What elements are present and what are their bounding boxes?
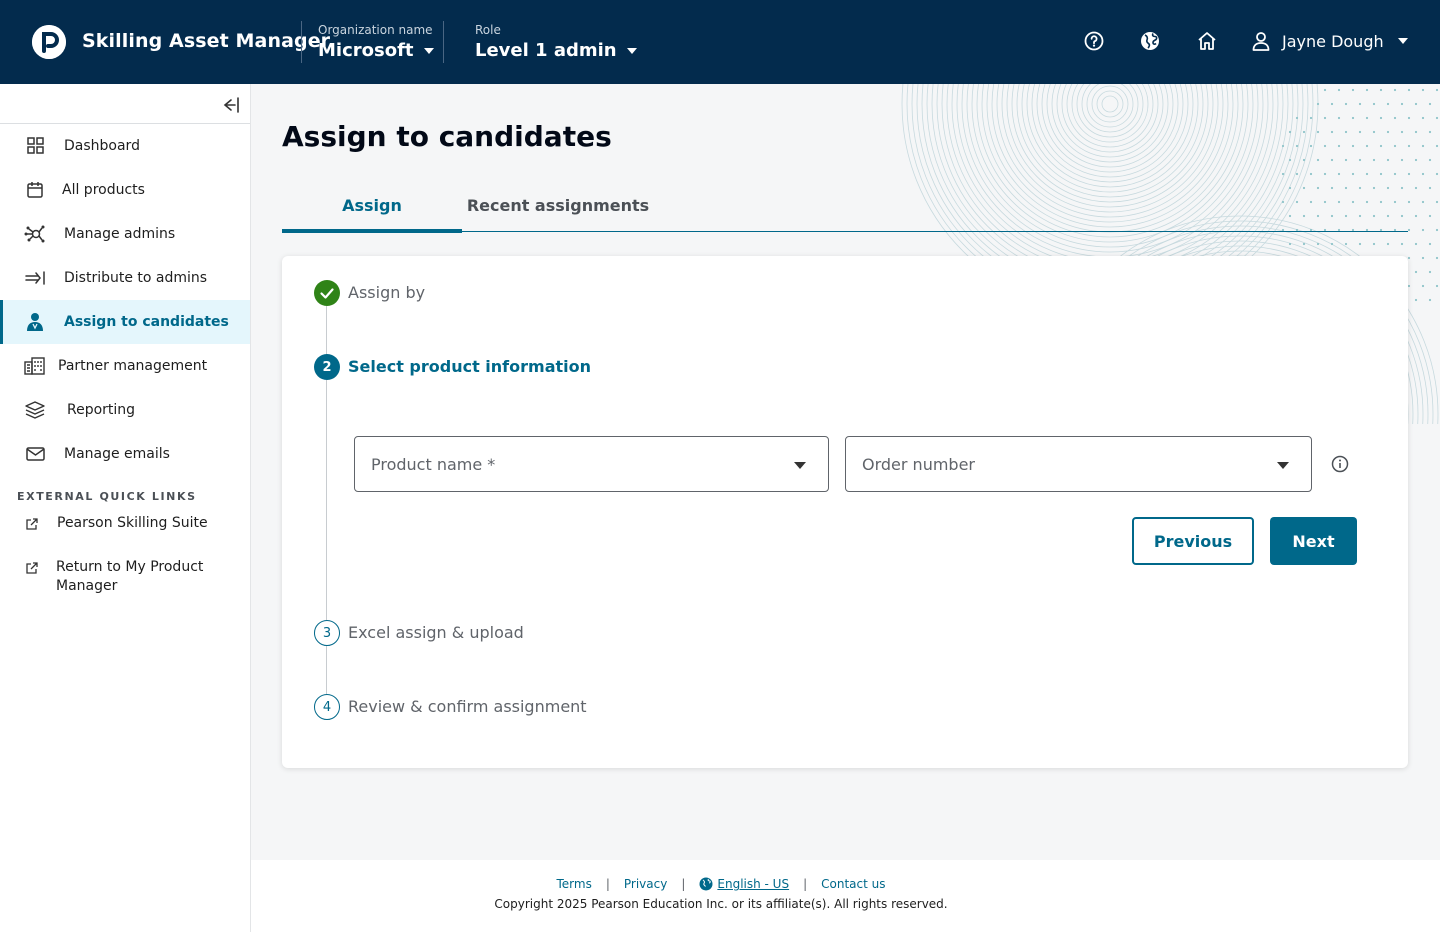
product-name-select[interactable]: Product name * <box>354 436 829 492</box>
layers-icon <box>24 400 46 420</box>
step-number-4: 4 <box>314 694 340 720</box>
caret-down-icon <box>1397 38 1408 44</box>
info-icon[interactable] <box>1330 454 1350 474</box>
user-icon <box>1252 32 1270 51</box>
step-label-assign-by[interactable]: Assign by <box>348 283 425 302</box>
step-connector <box>326 646 327 694</box>
globe-icon <box>699 877 713 891</box>
sidebar-item-label: Manage admins <box>64 226 176 242</box>
sidebar-item-label: All products <box>62 182 145 198</box>
footer-separator: | <box>605 877 610 891</box>
copyright-text: Copyright 2025 Pearson Education Inc. or… <box>494 897 948 911</box>
role-dropdown[interactable]: Level 1 admin <box>475 40 637 61</box>
caret-down-icon <box>423 47 434 54</box>
sidebar-item-manage-emails[interactable]: Manage emails <box>0 432 250 476</box>
role-value: Level 1 admin <box>475 40 617 61</box>
sidebar-item-partner-management[interactable]: Partner management <box>0 344 250 388</box>
order-number-placeholder: Order number <box>862 455 975 474</box>
step-label-excel-assign-upload: Excel assign & upload <box>348 623 524 642</box>
caret-down-icon <box>1277 462 1289 469</box>
sidebar-item-label: Partner management <box>58 358 208 374</box>
role-label: Role <box>475 23 501 37</box>
envelope-icon <box>24 444 46 464</box>
grid-icon <box>24 136 46 156</box>
previous-button[interactable]: Previous <box>1132 517 1254 565</box>
external-link-icon <box>24 516 40 532</box>
privacy-link[interactable]: Privacy <box>624 877 667 891</box>
footer-separator: | <box>803 877 808 891</box>
sidebar-nav: Dashboard All products Manage admins Dis… <box>0 124 250 476</box>
external-link-label: Pearson Skilling Suite <box>57 515 208 531</box>
sidebar-item-manage-admins[interactable]: Manage admins <box>0 212 250 256</box>
sidebar-item-all-products[interactable]: All products <box>0 168 250 212</box>
terms-link[interactable]: Terms <box>557 877 592 891</box>
sidebar: Dashboard All products Manage admins Dis… <box>0 84 251 932</box>
page-title: Assign to candidates <box>282 120 612 153</box>
caret-down-icon <box>626 47 637 54</box>
tab-assign[interactable]: Assign <box>282 188 462 233</box>
footer: Terms | Privacy | English - US | Contact… <box>251 860 1440 932</box>
footer-links: Terms | Privacy | English - US | Contact… <box>251 877 1191 891</box>
sidebar-item-distribute-to-admins[interactable]: Distribute to admins <box>0 256 250 300</box>
user-name: Jayne Dough <box>1282 31 1384 51</box>
header-divider <box>443 21 444 63</box>
step-number-2: 2 <box>314 354 340 380</box>
external-link-icon <box>24 560 40 576</box>
building-icon <box>24 356 46 376</box>
sidebar-item-assign-to-candidates[interactable]: Assign to candidates <box>0 300 250 344</box>
contact-us-link[interactable]: Contact us <box>821 877 885 891</box>
product-name-placeholder: Product name * <box>371 455 496 474</box>
header-divider <box>301 21 302 63</box>
external-link-pearson-skilling-suite[interactable]: Pearson Skilling Suite <box>24 514 208 532</box>
organization-dropdown[interactable]: Microsoft <box>318 40 434 61</box>
language-selector[interactable]: English - US <box>699 877 789 891</box>
sidebar-item-label: Manage emails <box>64 446 170 462</box>
sidebar-item-label: Dashboard <box>64 138 140 154</box>
step-number-3: 3 <box>314 620 340 646</box>
next-button[interactable]: Next <box>1270 517 1357 565</box>
external-link-label: Return to My Product Manager <box>56 559 204 594</box>
user-menu[interactable]: Jayne Dough <box>1250 30 1408 52</box>
step-label-select-product-information: Select product information <box>348 357 591 376</box>
collapse-sidebar-icon[interactable] <box>219 96 241 114</box>
home-icon[interactable] <box>1196 30 1218 52</box>
sidebar-item-label: Reporting <box>67 402 136 418</box>
external-quick-links-heading: EXTERNAL QUICK LINKS <box>17 490 197 503</box>
arrow-right-bar-icon <box>24 268 46 288</box>
organization-value: Microsoft <box>318 40 414 61</box>
assign-stepper-card: Assign by 2 Select product information P… <box>282 256 1408 768</box>
globe-icon[interactable] <box>1139 30 1161 52</box>
caret-down-icon <box>794 462 806 469</box>
network-icon <box>24 224 46 244</box>
step-label-review-confirm: Review & confirm assignment <box>348 697 587 716</box>
external-link-my-product-manager[interactable]: Return to My Product Manager <box>24 558 203 594</box>
tab-recent-assignments[interactable]: Recent assignments <box>462 188 654 232</box>
app-title: Skilling Asset Manager <box>82 30 331 52</box>
pearson-logo-icon[interactable] <box>32 25 66 59</box>
help-icon[interactable] <box>1083 30 1105 52</box>
step-connector <box>326 380 327 620</box>
box-icon <box>24 180 46 200</box>
sidebar-item-label: Assign to candidates <box>64 314 229 330</box>
organization-selector[interactable]: Organization name Microsoft <box>318 23 434 61</box>
sidebar-item-dashboard[interactable]: Dashboard <box>0 124 250 168</box>
language-label: English - US <box>717 877 790 891</box>
sidebar-item-reporting[interactable]: Reporting <box>0 388 250 432</box>
role-selector[interactable]: Role Level 1 admin <box>475 23 637 61</box>
sidebar-item-label: Distribute to admins <box>64 270 208 286</box>
order-number-select[interactable]: Order number <box>845 436 1312 492</box>
person-icon <box>24 312 46 332</box>
top-header: Skilling Asset Manager Organization name… <box>0 0 1440 84</box>
organization-label: Organization name <box>318 23 433 37</box>
tab-bar: Assign Recent assignments <box>282 188 1408 233</box>
footer-separator: | <box>681 877 686 891</box>
step-complete-check-icon <box>314 280 340 306</box>
